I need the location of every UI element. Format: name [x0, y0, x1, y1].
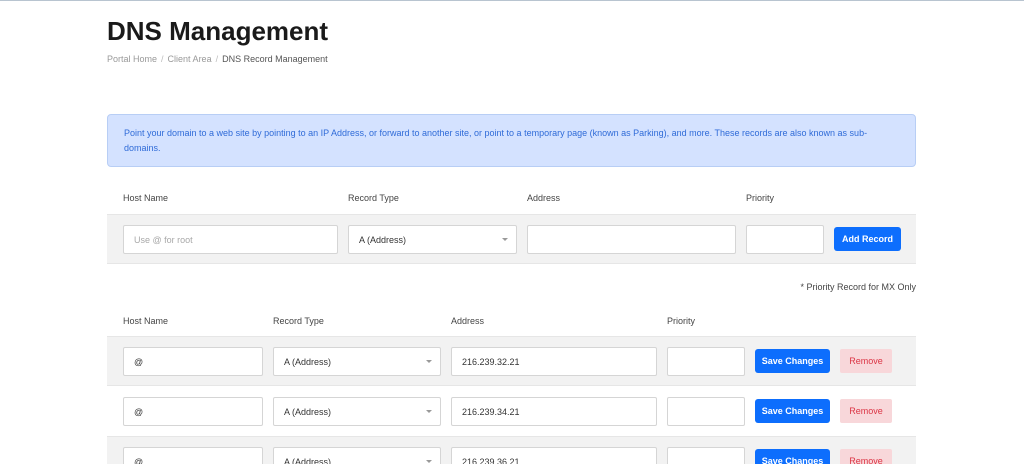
- breadcrumb-current: DNS Record Management: [222, 54, 328, 64]
- row-priority-input[interactable]: [667, 447, 745, 464]
- save-changes-button[interactable]: Save Changes: [755, 399, 830, 423]
- priority-note: * Priority Record for MX Only: [800, 282, 916, 292]
- row-address-input[interactable]: 216.239.36.21: [451, 447, 657, 464]
- row-address-input[interactable]: 216.239.34.21: [451, 397, 657, 426]
- row-record-type-value: A (Address): [284, 456, 332, 464]
- row-priority-input[interactable]: [667, 347, 745, 376]
- chevron-down-icon: [426, 410, 432, 413]
- info-alert: Point your domain to a web site by point…: [107, 114, 916, 167]
- row-priority-input[interactable]: [667, 397, 745, 426]
- breadcrumb-separator: /: [215, 54, 219, 64]
- remove-button[interactable]: Remove: [840, 399, 892, 423]
- add-priority-input[interactable]: [746, 225, 824, 254]
- row-record-type-value: A (Address): [284, 356, 332, 367]
- breadcrumb-portal-home[interactable]: Portal Home: [107, 54, 157, 64]
- chevron-down-icon: [426, 360, 432, 363]
- breadcrumb-client-area[interactable]: Client Area: [168, 54, 212, 64]
- chevron-down-icon: [426, 460, 432, 463]
- row-address-input[interactable]: 216.239.32.21: [451, 347, 657, 376]
- save-changes-button[interactable]: Save Changes: [755, 449, 830, 464]
- row-host-input[interactable]: @: [123, 347, 263, 376]
- chevron-down-icon: [502, 238, 508, 241]
- remove-button[interactable]: Remove: [840, 349, 892, 373]
- add-address-header: Address: [527, 193, 561, 203]
- row-record-type-select[interactable]: A (Address): [273, 397, 441, 426]
- add-priority-header: Priority: [746, 193, 775, 203]
- remove-button[interactable]: Remove: [840, 449, 892, 464]
- add-type-header: Record Type: [348, 193, 399, 203]
- breadcrumb: Portal Home / Client Area / DNS Record M…: [107, 54, 328, 64]
- add-host-input[interactable]: Use @ for root: [123, 225, 338, 254]
- add-record-type-select[interactable]: A (Address): [348, 225, 517, 254]
- host-column-header: Host Name: [123, 316, 169, 326]
- address-column-header: Address: [451, 316, 485, 326]
- row-host-input[interactable]: @: [123, 447, 263, 464]
- add-record-button[interactable]: Add Record: [834, 227, 901, 251]
- row-record-type-select[interactable]: A (Address): [273, 347, 441, 376]
- page-title: DNS Management: [107, 16, 329, 46]
- add-record-type-value: A (Address): [359, 234, 407, 245]
- add-host-header: Host Name: [123, 193, 169, 203]
- row-record-type-select[interactable]: A (Address): [273, 447, 441, 464]
- row-record-type-value: A (Address): [284, 406, 332, 417]
- breadcrumb-separator: /: [161, 54, 164, 64]
- priority-column-header: Priority: [667, 316, 696, 326]
- top-border: [0, 0, 1024, 1]
- add-address-input[interactable]: [527, 225, 736, 254]
- save-changes-button[interactable]: Save Changes: [755, 349, 830, 373]
- type-column-header: Record Type: [273, 316, 324, 326]
- row-host-input[interactable]: @: [123, 397, 263, 426]
